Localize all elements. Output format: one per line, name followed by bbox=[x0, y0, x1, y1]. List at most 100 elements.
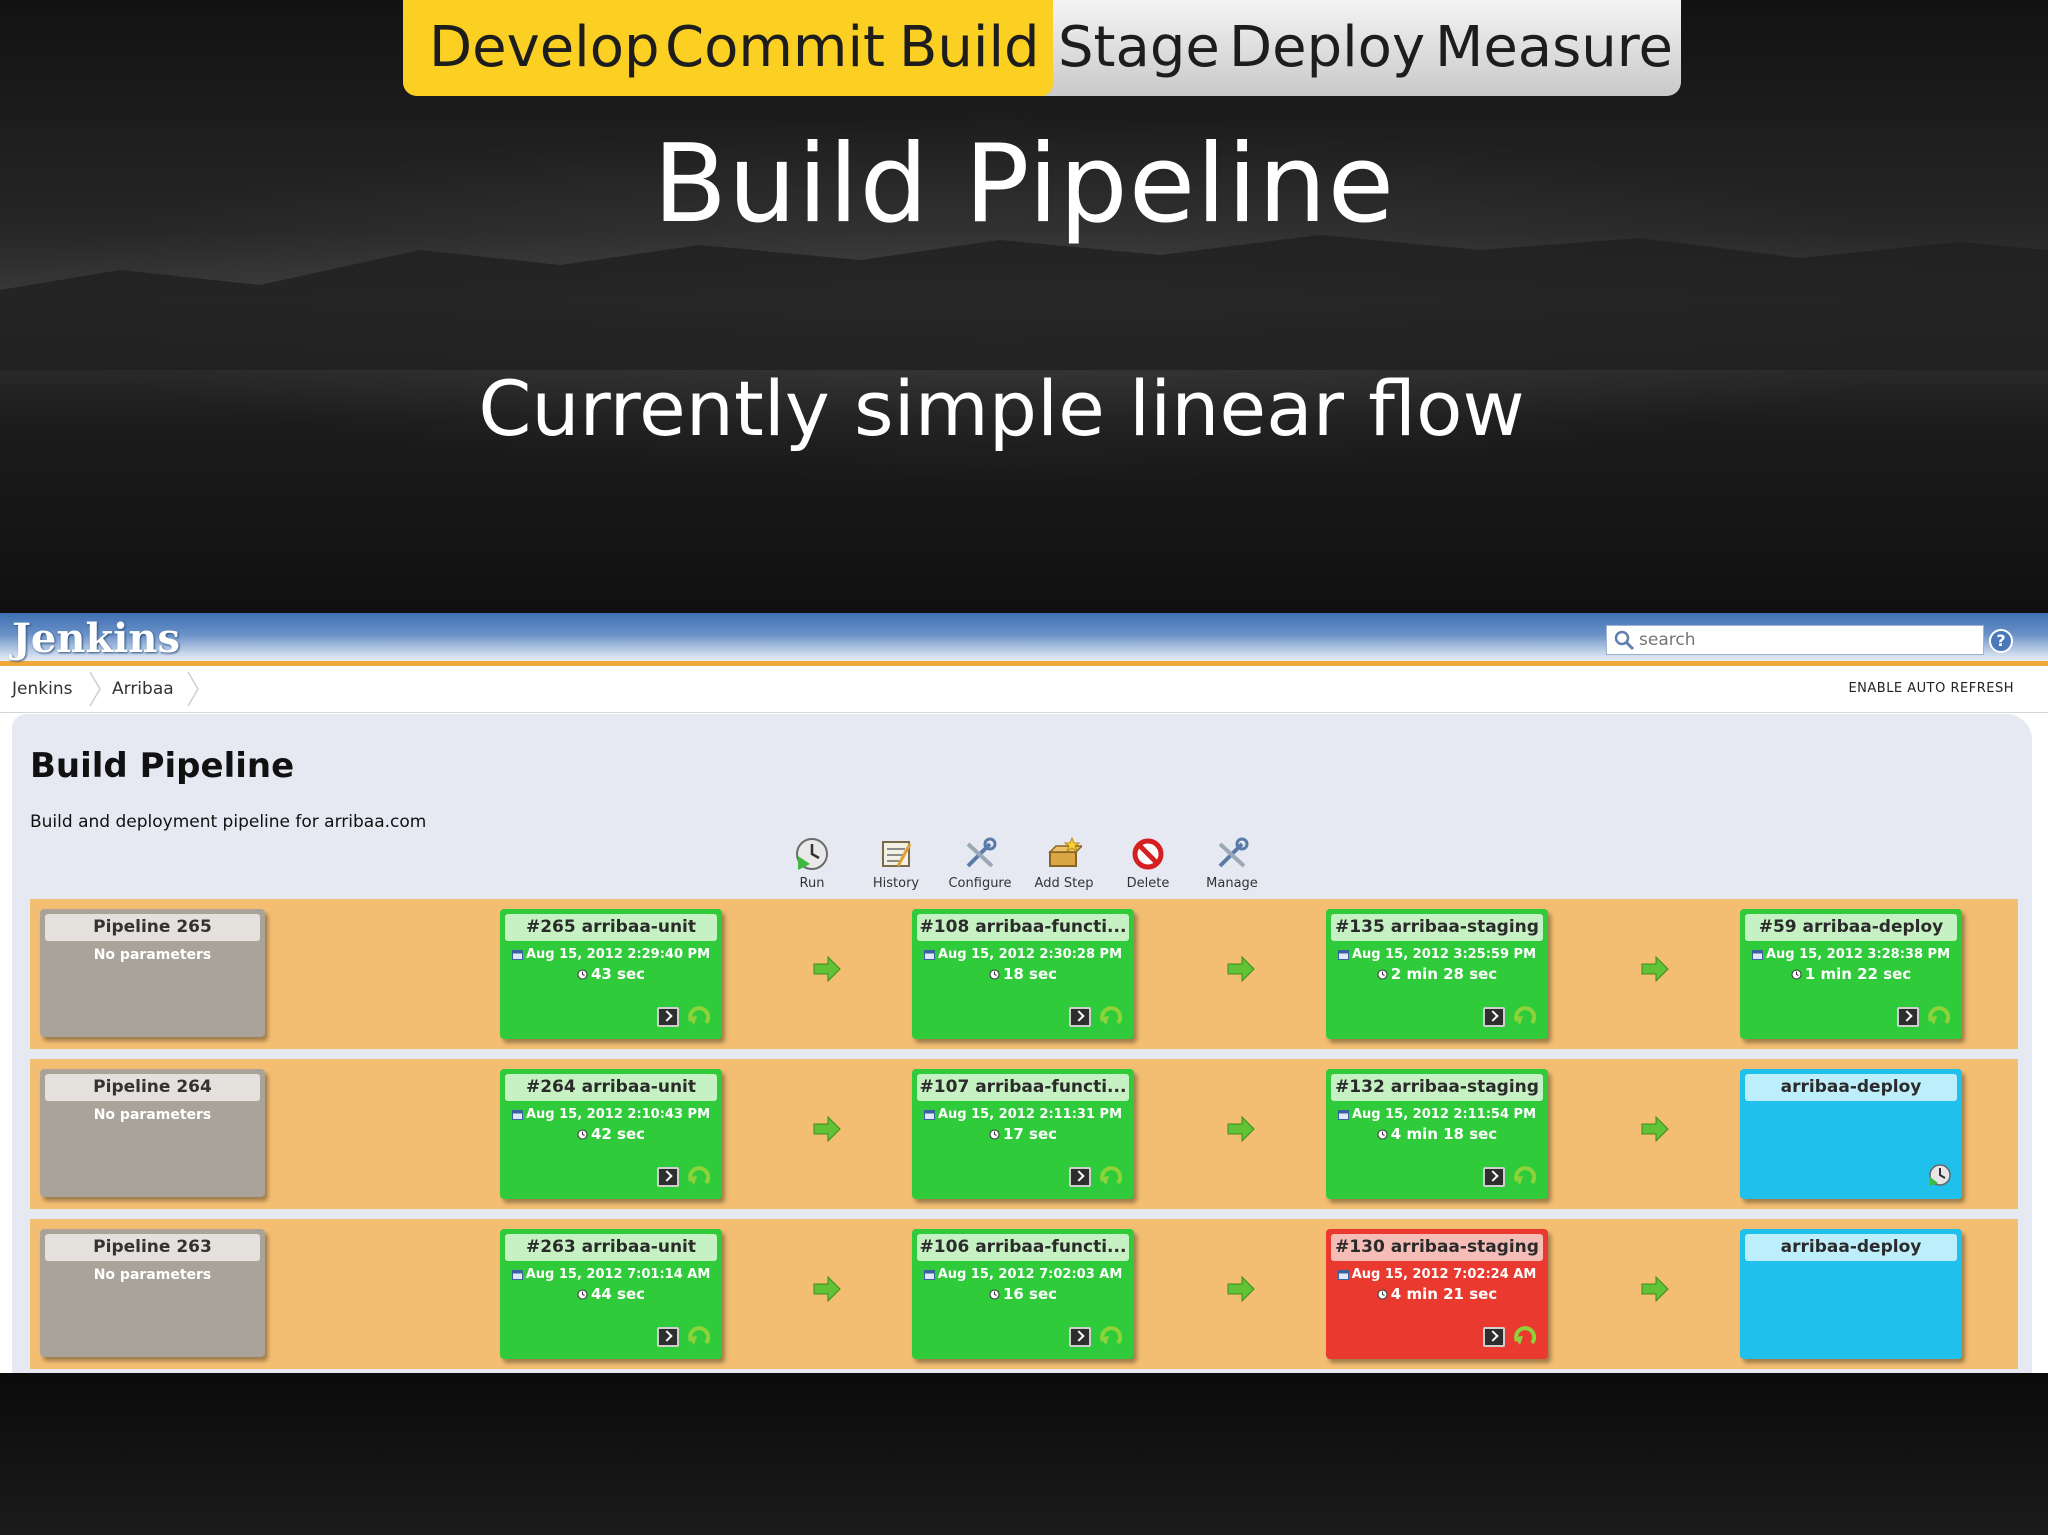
manage-button[interactable]: Manage bbox=[1192, 836, 1272, 896]
slide-subtitle: Currently simple linear flow bbox=[478, 364, 1525, 453]
job-date-text: Aug 15, 2012 7:02:03 AM bbox=[937, 1267, 1123, 1282]
console-icon[interactable] bbox=[657, 1167, 679, 1187]
job-title[interactable]: #265 arribaa-unit bbox=[505, 914, 717, 941]
stage-build: Build bbox=[899, 15, 1040, 80]
run-label: Run bbox=[799, 876, 825, 891]
job-duration-text: 4 min 18 sec bbox=[1390, 1125, 1498, 1143]
run-button[interactable]: Run bbox=[772, 836, 852, 896]
duration-clock-icon bbox=[577, 969, 588, 980]
rebuild-icon[interactable] bbox=[686, 1323, 712, 1349]
pipeline-label[interactable]: Pipeline 265 No parameters bbox=[40, 909, 265, 1037]
console-icon[interactable] bbox=[1483, 1327, 1505, 1347]
job-box[interactable]: #59 arribaa-deploy Aug 15, 2012 3:28:38 … bbox=[1740, 909, 1962, 1039]
help-icon[interactable]: ? bbox=[1989, 629, 2013, 653]
pipeline-params: No parameters bbox=[93, 947, 212, 963]
configure-button[interactable]: Configure bbox=[940, 836, 1020, 896]
arrow-right-icon bbox=[1641, 1275, 1669, 1303]
history-button[interactable]: History bbox=[856, 836, 936, 896]
job-box[interactable]: #130 arribaa-staging Aug 15, 2012 7:02:2… bbox=[1326, 1229, 1548, 1359]
add-step-button[interactable]: Add Step bbox=[1024, 836, 1104, 896]
job-title[interactable]: #264 arribaa-unit bbox=[505, 1074, 717, 1101]
job-box[interactable]: arribaa-deploy bbox=[1740, 1229, 1962, 1359]
jenkins-logo[interactable]: Jenkins bbox=[12, 615, 180, 662]
job-date-text: Aug 15, 2012 3:28:38 PM bbox=[1765, 947, 1951, 962]
job-date: Aug 15, 2012 2:30:28 PM bbox=[912, 947, 1134, 962]
enable-auto-refresh-link[interactable]: ENABLE AUTO REFRESH bbox=[1848, 666, 2014, 712]
job-box[interactable]: #263 arribaa-unit Aug 15, 2012 7:01:14 A… bbox=[500, 1229, 722, 1359]
arrow-right-icon bbox=[813, 1115, 841, 1143]
rebuild-icon[interactable] bbox=[1512, 1323, 1538, 1349]
job-title[interactable]: #106 arribaa-functi... bbox=[917, 1234, 1129, 1261]
calendar-icon bbox=[1337, 1269, 1349, 1280]
job-title[interactable]: #263 arribaa-unit bbox=[505, 1234, 717, 1261]
console-icon[interactable] bbox=[1069, 1327, 1091, 1347]
console-icon[interactable] bbox=[657, 1007, 679, 1027]
pipeline-label[interactable]: Pipeline 263 No parameters bbox=[40, 1229, 265, 1357]
job-title[interactable]: arribaa-deploy bbox=[1745, 1234, 1957, 1261]
rebuild-icon[interactable] bbox=[1926, 1003, 1952, 1029]
console-icon[interactable] bbox=[657, 1327, 679, 1347]
console-icon[interactable] bbox=[1069, 1007, 1091, 1027]
pipeline-label[interactable]: Pipeline 264 No parameters bbox=[40, 1069, 265, 1197]
job-box[interactable]: arribaa-deploy bbox=[1740, 1069, 1962, 1199]
rebuild-icon[interactable] bbox=[1098, 1003, 1124, 1029]
pipeline-row-265: Pipeline 265 No parameters #265 arribaa-… bbox=[30, 899, 2018, 1049]
rebuild-icon[interactable] bbox=[686, 1003, 712, 1029]
job-date: Aug 15, 2012 2:10:43 PM bbox=[500, 1107, 722, 1122]
duration-clock-icon bbox=[989, 1129, 1000, 1140]
rebuild-icon[interactable] bbox=[1512, 1163, 1538, 1189]
job-date-text: Aug 15, 2012 2:29:40 PM bbox=[525, 947, 711, 962]
rebuild-icon[interactable] bbox=[1098, 1323, 1124, 1349]
duration-clock-icon bbox=[989, 969, 1000, 980]
job-title[interactable]: #59 arribaa-deploy bbox=[1745, 914, 1957, 941]
calendar-icon bbox=[1337, 1109, 1349, 1120]
job-date-text: Aug 15, 2012 2:11:54 PM bbox=[1351, 1107, 1537, 1122]
job-duration-text: 42 sec bbox=[590, 1125, 646, 1143]
job-date-text: Aug 15, 2012 2:10:43 PM bbox=[525, 1107, 711, 1122]
breadcrumb-jenkins[interactable]: Jenkins bbox=[12, 666, 72, 712]
job-box[interactable]: #108 arribaa-functi... Aug 15, 2012 2:30… bbox=[912, 909, 1134, 1039]
manage-label: Manage bbox=[1206, 876, 1258, 891]
job-duration: 16 sec bbox=[912, 1285, 1134, 1303]
search-box[interactable] bbox=[1606, 625, 1984, 655]
console-icon[interactable] bbox=[1483, 1167, 1505, 1187]
duration-clock-icon bbox=[577, 1289, 588, 1300]
job-title[interactable]: #132 arribaa-staging bbox=[1331, 1074, 1543, 1101]
rebuild-icon[interactable] bbox=[686, 1163, 712, 1189]
calendar-icon bbox=[923, 949, 935, 960]
mountain-ridge-decoration bbox=[0, 235, 2048, 370]
job-title[interactable]: arribaa-deploy bbox=[1745, 1074, 1957, 1101]
trigger-clock-icon[interactable] bbox=[1928, 1163, 1952, 1187]
job-title[interactable]: #135 arribaa-staging bbox=[1331, 914, 1543, 941]
job-date-text: Aug 15, 2012 7:02:24 AM bbox=[1351, 1267, 1537, 1282]
history-icon bbox=[882, 841, 912, 867]
job-date: Aug 15, 2012 3:25:59 PM bbox=[1326, 947, 1548, 962]
console-icon[interactable] bbox=[1483, 1007, 1505, 1027]
delete-button[interactable]: Delete bbox=[1108, 836, 1188, 896]
add-step-icon bbox=[1048, 836, 1082, 867]
history-label: History bbox=[872, 876, 920, 891]
job-duration-text: 2 min 28 sec bbox=[1390, 965, 1498, 983]
rebuild-icon[interactable] bbox=[1098, 1163, 1124, 1189]
job-box[interactable]: #107 arribaa-functi... Aug 15, 2012 2:11… bbox=[912, 1069, 1134, 1199]
console-icon[interactable] bbox=[1897, 1007, 1919, 1027]
job-box[interactable]: #265 arribaa-unit Aug 15, 2012 2:29:40 P… bbox=[500, 909, 722, 1039]
job-box[interactable]: #132 arribaa-staging Aug 15, 2012 2:11:5… bbox=[1326, 1069, 1548, 1199]
job-title[interactable]: #130 arribaa-staging bbox=[1331, 1234, 1543, 1261]
pipeline-toolbar: Run History Configure Add Step Delete Ma… bbox=[772, 836, 1292, 896]
rebuild-icon[interactable] bbox=[1512, 1003, 1538, 1029]
job-date-text: Aug 15, 2012 3:25:59 PM bbox=[1351, 947, 1537, 962]
job-title[interactable]: #108 arribaa-functi... bbox=[917, 914, 1129, 941]
console-icon[interactable] bbox=[1069, 1167, 1091, 1187]
calendar-icon bbox=[511, 1109, 523, 1120]
devops-stage-bar: Develop Commit Build Stage Deploy Measur… bbox=[403, 0, 1681, 96]
job-title[interactable]: #107 arribaa-functi... bbox=[917, 1074, 1129, 1101]
job-box[interactable]: #264 arribaa-unit Aug 15, 2012 2:10:43 P… bbox=[500, 1069, 722, 1199]
stage-commit: Commit bbox=[665, 15, 885, 80]
job-box[interactable]: #135 arribaa-staging Aug 15, 2012 3:25:5… bbox=[1326, 909, 1548, 1039]
job-duration-text: 1 min 22 sec bbox=[1804, 965, 1912, 983]
search-input[interactable] bbox=[1639, 630, 1969, 650]
job-box[interactable]: #106 arribaa-functi... Aug 15, 2012 7:02… bbox=[912, 1229, 1134, 1359]
breadcrumb-arribaa[interactable]: Arribaa bbox=[112, 666, 174, 712]
pipeline-name: Pipeline 265 bbox=[45, 914, 260, 941]
